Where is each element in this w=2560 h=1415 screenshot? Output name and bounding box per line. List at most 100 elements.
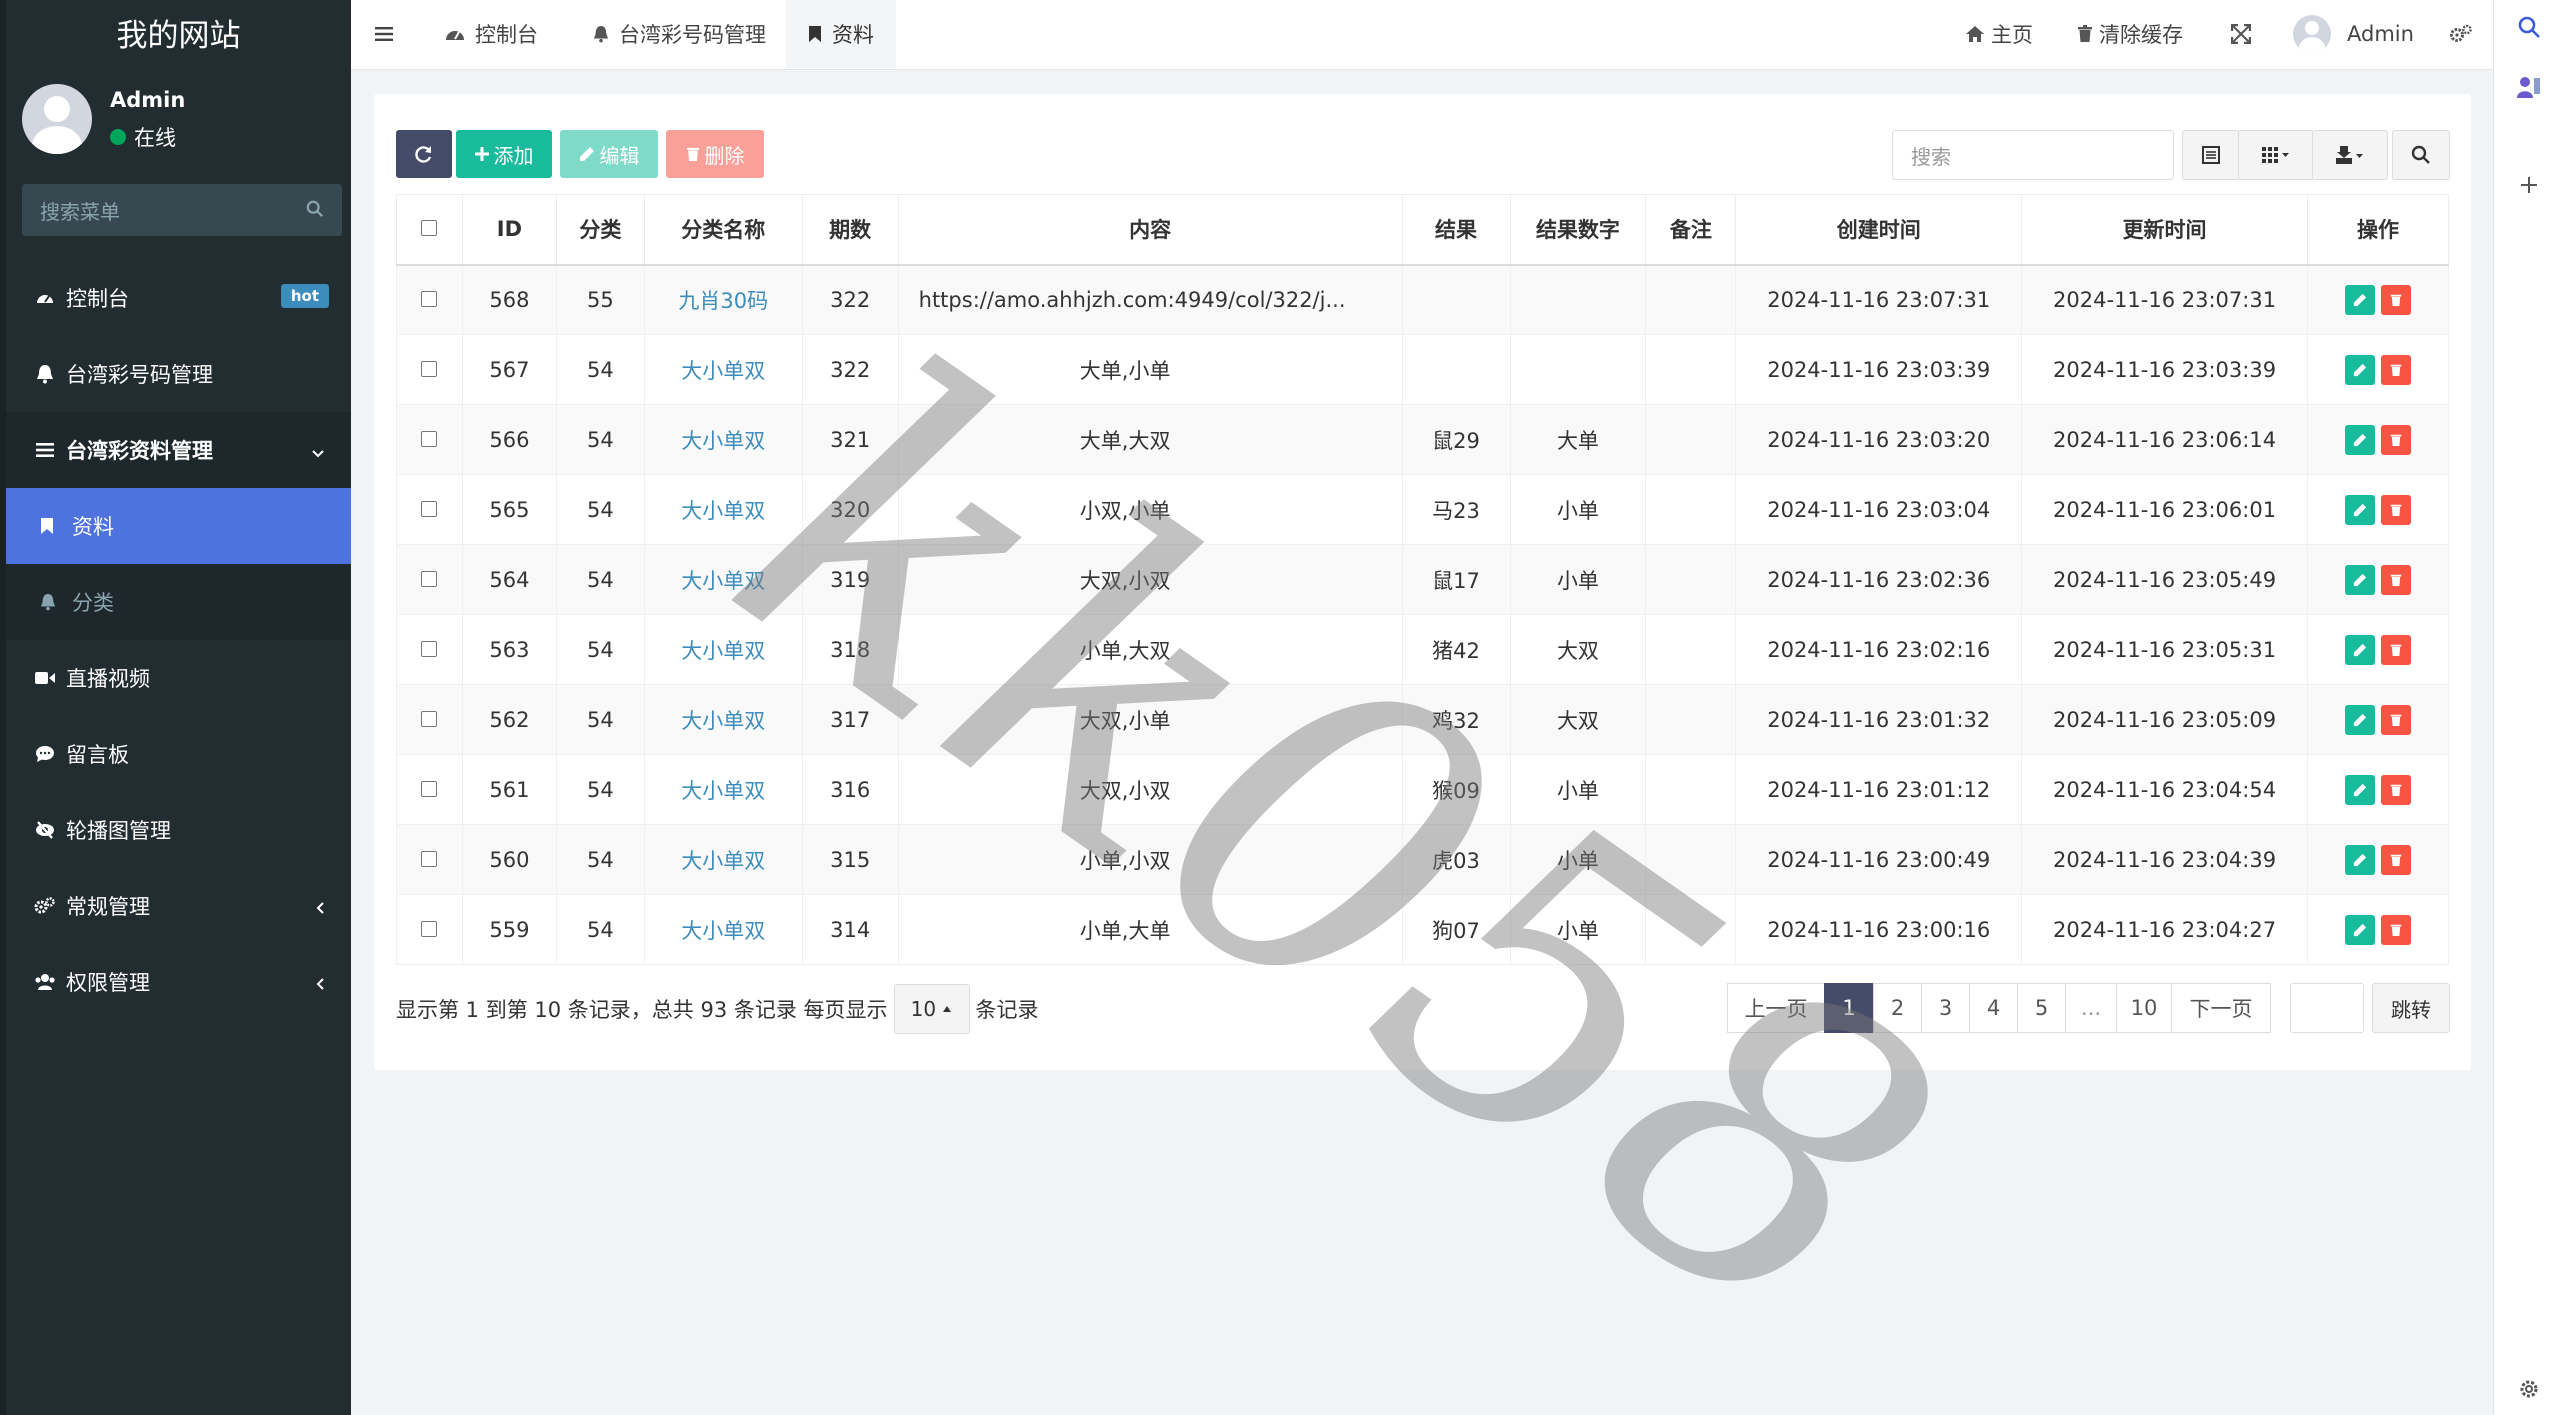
row-checkbox[interactable]	[396, 264, 463, 335]
sidebar-item-live-video[interactable]: 直播视频	[6, 640, 351, 716]
row-delete-button[interactable]	[2380, 564, 2411, 595]
row-checkbox[interactable]	[396, 684, 463, 755]
row-edit-button[interactable]	[2344, 284, 2375, 315]
sidebar-item-category[interactable]: 分类	[6, 564, 351, 640]
row-edit-button[interactable]	[2344, 564, 2375, 595]
row-checkbox[interactable]	[396, 824, 463, 895]
jump-page-input[interactable]	[2290, 983, 2364, 1033]
row-edit-button[interactable]	[2344, 354, 2375, 385]
row-delete-button[interactable]	[2380, 914, 2411, 945]
gear-icon[interactable]	[2516, 1376, 2542, 1402]
cell-content: 大单,小单	[897, 334, 1403, 405]
menu-search-input[interactable]: 搜索菜单	[22, 184, 342, 236]
cell-cat-name[interactable]: 九肖30码	[643, 264, 803, 335]
cell-cat-name[interactable]: 大小单双	[643, 894, 803, 965]
sidebar-item-data-management[interactable]: 台湾彩资料管理	[6, 412, 351, 488]
plus-icon[interactable]	[2516, 172, 2542, 198]
row-edit-button[interactable]	[2344, 424, 2375, 455]
col-header[interactable]: ID	[461, 194, 557, 266]
edit-button[interactable]: 编辑	[560, 130, 658, 178]
row-delete-button[interactable]	[2380, 494, 2411, 525]
page-button[interactable]: 1	[1824, 983, 1874, 1033]
row-delete-button[interactable]	[2380, 704, 2411, 735]
sidebar-item-dashboard[interactable]: 控制台 hot	[6, 260, 351, 336]
sidebar-item-permissions[interactable]: 权限管理	[6, 944, 351, 1020]
row-edit-button[interactable]	[2344, 704, 2375, 735]
row-checkbox[interactable]	[396, 404, 463, 475]
columns-button[interactable]	[2238, 130, 2314, 180]
cell-cat-name[interactable]: 大小单双	[643, 824, 803, 895]
row-edit-button[interactable]	[2344, 844, 2375, 875]
sidebar-item-general[interactable]: 常规管理	[6, 868, 351, 944]
row-edit-button[interactable]	[2344, 774, 2375, 805]
row-checkbox[interactable]	[396, 334, 463, 405]
user-chess-icon[interactable]	[2516, 74, 2542, 100]
row-delete-button[interactable]	[2380, 844, 2411, 875]
cell-cat-name[interactable]: 大小单双	[643, 614, 803, 685]
row-delete-button[interactable]	[2380, 634, 2411, 665]
col-header[interactable]: 分类	[555, 194, 645, 266]
col-header[interactable]: 备注	[1645, 194, 1737, 266]
row-delete-button[interactable]	[2380, 774, 2411, 805]
cell-cat-name[interactable]: 大小单双	[643, 404, 803, 475]
col-header[interactable]: 期数	[801, 194, 899, 266]
toggle-view-button[interactable]	[2182, 130, 2240, 180]
tab-number-management[interactable]: 台湾彩号码管理	[571, 0, 788, 68]
col-header[interactable]: 创建时间	[1735, 194, 2023, 266]
select-all-checkbox[interactable]	[396, 194, 463, 266]
row-checkbox[interactable]	[396, 474, 463, 545]
tab-data[interactable]: 资料	[786, 0, 896, 68]
export-button[interactable]	[2312, 130, 2388, 180]
delete-button[interactable]: 删除	[666, 130, 764, 178]
row-delete-button[interactable]	[2380, 284, 2411, 315]
fullscreen-button[interactable]	[2231, 0, 2251, 68]
jump-button[interactable]: 跳转	[2372, 983, 2450, 1033]
cell-updated: 2024-11-16 23:03:39	[2021, 334, 2308, 405]
row-edit-button[interactable]	[2344, 914, 2375, 945]
brand-title[interactable]: 我的网站	[6, 0, 351, 64]
home-link[interactable]: 主页	[1965, 0, 2033, 68]
cell-cat-name[interactable]: 大小单双	[643, 474, 803, 545]
sidebar-item-data[interactable]: 资料	[6, 488, 351, 564]
col-header[interactable]: 结果	[1401, 194, 1511, 266]
row-checkbox[interactable]	[396, 544, 463, 615]
sidebar-item-message-board[interactable]: 留言板	[6, 716, 351, 792]
col-header[interactable]: 内容	[897, 194, 1403, 266]
col-header[interactable]: 分类名称	[643, 194, 803, 266]
table-search-input[interactable]: 搜索	[1892, 130, 2174, 180]
page-button[interactable]: 10	[2116, 983, 2172, 1033]
page-button[interactable]: 4	[1969, 983, 2018, 1033]
cell-cat-name[interactable]: 大小单双	[643, 544, 803, 615]
row-delete-button[interactable]	[2380, 354, 2411, 385]
next-page-button[interactable]: 下一页	[2171, 983, 2271, 1033]
page-button[interactable]: 2	[1873, 983, 1922, 1033]
sidebar: 我的网站 Admin 在线 搜索菜单 控制台 hot 台湾彩号码管理 台湾彩资料…	[0, 0, 351, 1415]
cell-cat-name[interactable]: 大小单双	[643, 334, 803, 405]
refresh-button[interactable]	[396, 130, 452, 178]
clear-cache-button[interactable]: 清除缓存	[2077, 0, 2183, 68]
cell-cat-name[interactable]: 大小单双	[643, 754, 803, 825]
row-edit-button[interactable]	[2344, 634, 2375, 665]
row-checkbox[interactable]	[396, 754, 463, 825]
admin-user-menu[interactable]: Admin	[2293, 0, 2414, 68]
row-checkbox[interactable]	[396, 894, 463, 965]
sidebar-item-number-management[interactable]: 台湾彩号码管理	[6, 336, 351, 412]
col-header[interactable]: 更新时间	[2021, 194, 2308, 266]
col-header[interactable]: 结果数字	[1509, 194, 1647, 266]
table-row: 567 54 大小单双 322 大单,小单 2024-11-16 23:03:39 2024…	[396, 334, 2450, 405]
prev-page-button[interactable]: 上一页	[1727, 983, 1825, 1033]
sidebar-item-carousel[interactable]: 轮播图管理	[6, 792, 351, 868]
search-icon[interactable]	[2516, 14, 2542, 40]
cell-cat-name[interactable]: 大小单双	[643, 684, 803, 755]
page-button[interactable]: 3	[1921, 983, 1970, 1033]
page-button[interactable]: 5	[2017, 983, 2066, 1033]
tab-dashboard[interactable]: 控制台	[423, 0, 560, 68]
advanced-search-button[interactable]	[2392, 130, 2450, 180]
row-edit-button[interactable]	[2344, 494, 2375, 525]
add-button[interactable]: 添加	[456, 130, 552, 178]
row-delete-button[interactable]	[2380, 424, 2411, 455]
settings-button[interactable]	[2449, 0, 2473, 68]
row-checkbox[interactable]	[396, 614, 463, 685]
hamburger-icon[interactable]	[375, 24, 395, 44]
page-size-select[interactable]: 10	[893, 984, 970, 1034]
